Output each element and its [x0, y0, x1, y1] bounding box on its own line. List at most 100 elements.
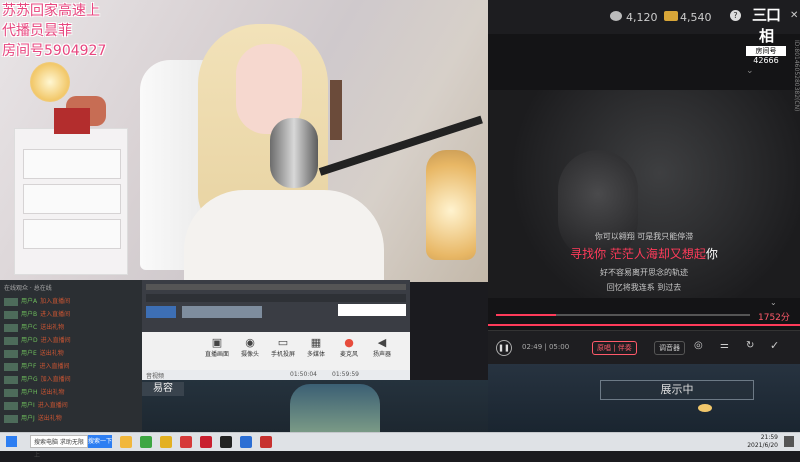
- tool-1[interactable]: ◉ 摄像头: [233, 336, 267, 358]
- help-icon[interactable]: ?: [730, 10, 741, 21]
- tool-label: 摄像头: [240, 351, 259, 358]
- showing-status: 展示中: [600, 380, 754, 400]
- chat-message: 加入直播间: [40, 298, 71, 305]
- chat-username[interactable]: 用户J: [21, 415, 35, 422]
- chat-username[interactable]: 用户A: [21, 298, 37, 305]
- pitch-track: [496, 314, 750, 316]
- user-avatar-icon: [4, 375, 18, 384]
- taskbar: 搜索电脑 求助无限上 搜索一下 21:59 2021/6/20: [0, 432, 800, 459]
- chat-row: 用户J 送出礼物: [4, 413, 140, 425]
- play-time: 02:49 | 05:00: [522, 343, 570, 351]
- chat-row: 用户F 进入直播间: [4, 361, 140, 373]
- collapse-icon[interactable]: ⌄: [746, 66, 754, 76]
- app-icon[interactable]: [260, 436, 272, 448]
- confirm-icon[interactable]: ✓: [770, 339, 779, 352]
- tool-3[interactable]: ▦ 多媒体: [299, 336, 333, 358]
- timeline-clip[interactable]: [146, 306, 176, 318]
- chat-username[interactable]: 用户E: [21, 350, 37, 357]
- strip-left-text: 音视频: [146, 373, 165, 380]
- chat-header: 在线观众 · 总在线: [4, 285, 52, 292]
- chat-username[interactable]: 用户G: [21, 376, 38, 383]
- taskbar-search-button[interactable]: 搜索一下: [88, 435, 112, 448]
- coin-count-1: 4,120: [626, 11, 658, 24]
- chat-username[interactable]: 用户D: [21, 337, 38, 344]
- chat-message: 进入直播间: [40, 337, 71, 344]
- app-icon[interactable]: [200, 436, 212, 448]
- chat-row: 用户D 进入直播间: [4, 335, 140, 347]
- app-icon[interactable]: [140, 436, 152, 448]
- tool-label: 直播画面: [204, 351, 229, 358]
- user-avatar-icon: [4, 414, 18, 423]
- chat-message: 送出礼物: [37, 415, 62, 422]
- room-label: 房间号: [746, 46, 786, 56]
- chat-username[interactable]: 用户C: [21, 324, 37, 331]
- chat-message: 进入直播间: [39, 363, 70, 370]
- lyric-current-rest: 你: [705, 247, 718, 261]
- user-avatar-icon: [4, 362, 18, 371]
- status-strip: 音视频 01:50:04 01:59:59: [142, 370, 410, 380]
- lyric-next-2: 回忆将我连系 到过去: [606, 283, 682, 292]
- original-accompany-toggle[interactable]: 原唱 | 伴奏: [592, 341, 637, 355]
- live-toolbar: ▣ 直播画面 ◉ 摄像头 ▭ 手机投屏 ▦ 多媒体 ● 麦克风 ◀ 扬声器: [142, 332, 410, 370]
- tool-icon: ▭: [277, 336, 289, 349]
- score-text: 1752分: [758, 313, 790, 323]
- app-icon[interactable]: [180, 436, 192, 448]
- tool-4[interactable]: ● 麦克风: [332, 336, 366, 358]
- clock-frame: [54, 108, 90, 134]
- chat-row: 用户B 进入直播间: [4, 309, 140, 321]
- coin-icon: [610, 11, 622, 21]
- white-cabinet: [14, 128, 128, 275]
- chat-message: 送出礼物: [39, 350, 64, 357]
- player-controls: ❚❚ 02:49 | 05:00 原唱 | 伴奏 调音器 ◎ ⚌ ↻ ✓: [488, 330, 800, 365]
- tool-label: 麦克风: [339, 351, 358, 358]
- tool-5[interactable]: ◀ 扬声器: [365, 336, 399, 358]
- chat-row: 用户E 送出礼物: [4, 348, 140, 360]
- chat-username[interactable]: 用户H: [21, 389, 38, 396]
- tool-2[interactable]: ▭ 手机投屏: [266, 336, 300, 358]
- app-icon[interactable]: [160, 436, 172, 448]
- taskbar-search-input[interactable]: 搜索电脑 求助无限上: [30, 435, 88, 459]
- loop-icon[interactable]: ↻: [746, 340, 754, 351]
- tool-label: 扬声器: [372, 351, 391, 358]
- song-progress[interactable]: [488, 324, 800, 326]
- tool-icon: ◀: [377, 336, 387, 349]
- karaoke-player: 4,120 4,540 ? 三口相 房间号 42666 ✕ ⌄ ID:80146…: [488, 0, 800, 432]
- coin-count-2: 4,540: [680, 11, 712, 24]
- chat-username[interactable]: 用户F: [21, 363, 36, 370]
- user-avatar-icon: [4, 388, 18, 397]
- lyric-next-1: 好不容易离开思念的轨迹: [600, 268, 688, 277]
- timeline-track-1[interactable]: [146, 294, 406, 302]
- lyric-current-sung: 茫茫人海却又想起: [609, 247, 706, 261]
- chevron-down-icon[interactable]: ⌄: [770, 298, 777, 307]
- chat-username[interactable]: 用户I: [21, 402, 35, 409]
- overlay-line-3: 房间号5904927: [2, 43, 107, 59]
- side-id-text: ID:8014605280382(CN): [793, 40, 800, 112]
- tool-0[interactable]: ▣ 直播画面: [200, 336, 234, 358]
- app-icon[interactable]: [240, 436, 252, 448]
- timeline-ruler: [146, 284, 406, 290]
- user-avatar-icon: [4, 401, 18, 410]
- windows-start-icon[interactable]: [6, 436, 17, 447]
- timeline-clip[interactable]: [182, 306, 262, 318]
- lyric-current-left: 寻找你: [570, 247, 607, 261]
- chat-panel: 在线观众 · 总在线 用户A 加入直播间 用户B 进入直播间 用户C 送出礼物 用户D 进入直…: [0, 280, 142, 432]
- clock-time: 21:59: [760, 434, 778, 441]
- editor-timeline: [142, 280, 410, 332]
- lyric-current: 寻找你 茫茫人海却又想起你: [488, 245, 800, 262]
- camera-icon[interactable]: ◎: [694, 340, 703, 351]
- notification-icon[interactable]: [784, 436, 794, 447]
- chat-username[interactable]: 用户B: [21, 311, 37, 318]
- tool-label: 手机投屏: [270, 351, 295, 358]
- equalizer-icon[interactable]: ⚌: [720, 340, 729, 351]
- close-icon[interactable]: ✕: [790, 10, 798, 21]
- tuner-button[interactable]: 调音器: [654, 341, 685, 355]
- tab-yirong[interactable]: 易容: [142, 382, 184, 396]
- app-icon[interactable]: [220, 436, 232, 448]
- chat-row: 用户H 送出礼物: [4, 387, 140, 399]
- user-avatar-icon: [4, 323, 18, 332]
- chat-message: 进入直播间: [40, 311, 71, 318]
- chat-row: 用户I 进入直播间: [4, 400, 140, 412]
- mv-microphone: [558, 150, 638, 260]
- folder-icon[interactable]: [120, 436, 132, 448]
- pause-icon[interactable]: ❚❚: [496, 340, 512, 356]
